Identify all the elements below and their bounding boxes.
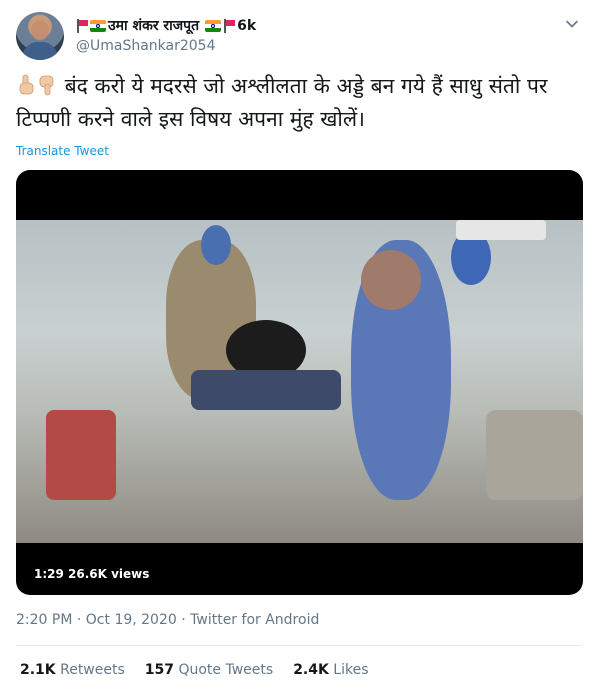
retweets-label: Retweets (60, 662, 125, 678)
india-flag-icon (90, 19, 106, 32)
finger-down-icon (39, 75, 54, 96)
likes-stat[interactable]: 2.4K Likes (293, 662, 368, 678)
tweet-stats: 2.1K Retweets 157 Quote Tweets 2.4K Like… (20, 662, 369, 678)
tweet-date[interactable]: Oct 19, 2020 (86, 612, 177, 628)
video-duration: 1:29 (34, 567, 64, 581)
quote-tweets-stat[interactable]: 157 Quote Tweets (145, 662, 273, 678)
video-scene-shape (361, 250, 421, 310)
video-frame (16, 220, 583, 543)
meta-separator: · (181, 612, 186, 628)
translate-tweet-link[interactable]: Translate Tweet (16, 144, 109, 158)
divider (16, 645, 582, 646)
author-display-name[interactable]: उमा शंकर राजपूत (108, 16, 199, 35)
quote-tweets-count: 157 (144, 662, 175, 678)
red-flag-icon (223, 18, 235, 33)
video-scene-shape (456, 220, 546, 240)
video-scene-shape (486, 410, 583, 500)
author-name-suffix: 6k (237, 17, 257, 34)
video-scene-shape (201, 225, 231, 265)
video-scene-shape (191, 370, 341, 410)
quote-tweets-label: Quote Tweets (178, 662, 274, 678)
author-handle[interactable]: @UmaShankar2054 (76, 38, 216, 54)
author-name-row[interactable]: उमा शंकर राजपूत 6k (76, 16, 256, 35)
tweet-source[interactable]: Twitter for Android (190, 612, 319, 628)
likes-count: 2.4K (293, 662, 329, 678)
retweets-stat[interactable]: 2.1K Retweets (20, 662, 125, 678)
retweets-count: 2.1K (20, 662, 56, 678)
tweet-header: उमा शंकर राजपूत 6k @UmaShankar2054 (16, 12, 582, 62)
india-flag-icon (205, 19, 222, 32)
tweet-text: बंद करो ये मदरसे जो अश्लीलता के अड्डे बन… (16, 70, 582, 136)
finger-up-icon (19, 74, 34, 95)
avatar-face (31, 20, 49, 40)
tweet-time[interactable]: 2:20 PM (16, 612, 72, 628)
video-views: 26.6K views (68, 567, 150, 581)
video-scene-shape (46, 410, 116, 500)
red-flag-icon (76, 18, 88, 33)
chevron-down-icon[interactable] (564, 16, 580, 32)
video-player[interactable]: 1:29 26.6K views (16, 170, 583, 595)
avatar[interactable] (16, 12, 64, 60)
tweet-meta: 2:20 PM · Oct 19, 2020 · Twitter for And… (16, 612, 319, 628)
avatar-shirt (22, 42, 58, 60)
meta-separator: · (76, 612, 82, 628)
likes-label: Likes (333, 662, 369, 678)
tweet-body: बंद करो ये मदरसे जो अश्लीलता के अड्डे बन… (16, 74, 548, 131)
